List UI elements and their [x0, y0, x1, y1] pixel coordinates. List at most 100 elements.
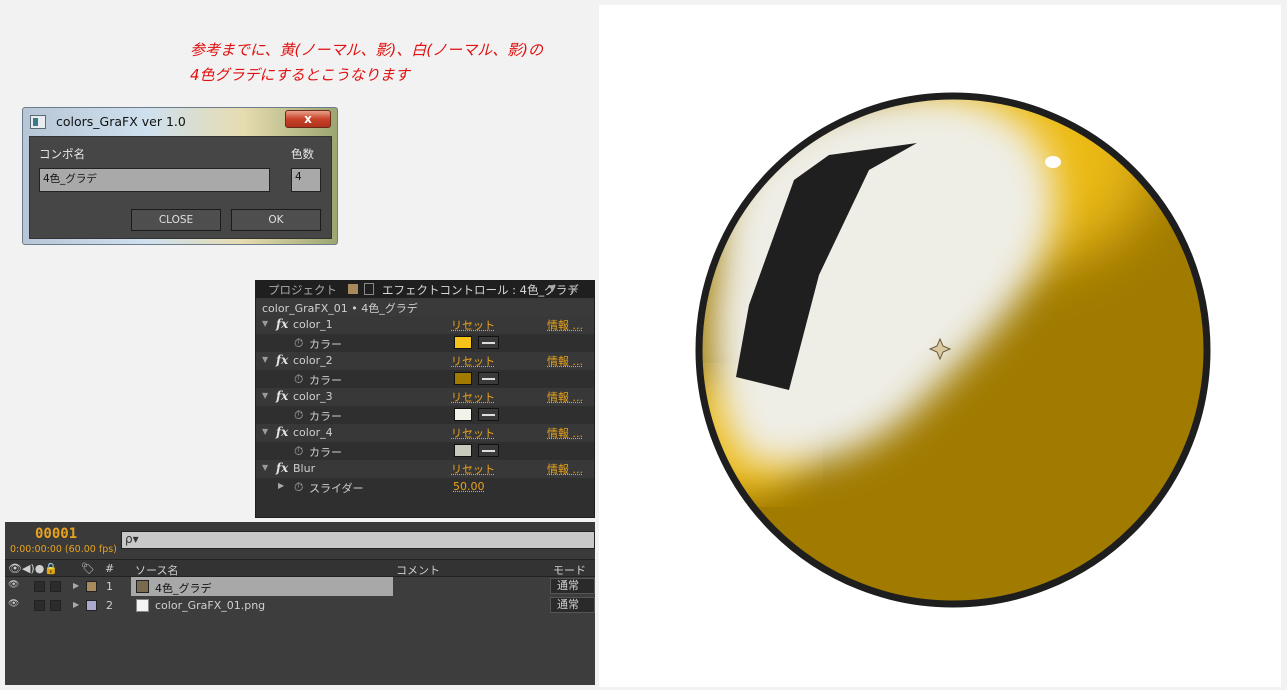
- effect-name: color_1: [293, 318, 333, 331]
- gradient-ball-render: [695, 92, 1211, 608]
- info-link[interactable]: 情報 ...: [547, 461, 583, 477]
- timeline-header: 00001 0:00:00:00 (60.00 fps) ρ▾: [5, 522, 595, 559]
- effect-row[interactable]: ▼ fx color_2 リセット 情報 ...: [256, 352, 594, 370]
- close-button[interactable]: CLOSE: [131, 209, 221, 231]
- comp-name-field[interactable]: 4色_グラデ: [39, 168, 270, 192]
- slider-value[interactable]: 50.00: [453, 480, 485, 493]
- color-swatch[interactable]: [454, 372, 472, 385]
- fx-icon[interactable]: fx: [276, 353, 288, 367]
- blend-mode-select[interactable]: 通常: [550, 578, 595, 594]
- expand-triangle-icon[interactable]: ▼: [262, 427, 268, 436]
- layer-name[interactable]: color_GraFX_01.png: [155, 599, 265, 612]
- stopwatch-icon[interactable]: ⏱: [294, 372, 303, 387]
- annotation-note: 参考までに、黄(ノーマル、影)、白(ノーマル、影)の 4色グラデにするとこうなり…: [190, 38, 543, 88]
- layer-name[interactable]: 4色_グラデ: [155, 580, 212, 596]
- color-property-label: カラー: [309, 374, 342, 387]
- column-source-name[interactable]: ソース名: [135, 562, 178, 578]
- solo-toggle[interactable]: [34, 600, 45, 611]
- effect-controls-panel: プロジェクト エフェクトコントロール : 4色_グラデ ▼ × color_Gr…: [255, 280, 595, 518]
- effect-row[interactable]: ▼ fx color_4 リセット 情報 ...: [256, 424, 594, 442]
- eye-icon[interactable]: 👁: [8, 599, 19, 609]
- colors-grafx-dialog: colors_GraFX ver 1.0 x コンポ名 色数 4色_グラデ 4 …: [22, 107, 338, 245]
- info-link[interactable]: 情報 ...: [547, 317, 583, 333]
- eyedropper-icon[interactable]: [478, 444, 499, 457]
- expand-triangle-icon[interactable]: ▼: [262, 463, 268, 472]
- column-number: #: [105, 562, 115, 575]
- layer-row[interactable]: 👁 ▶ 1 4色_グラデ 通常: [5, 577, 595, 596]
- effect-name: color_4: [293, 426, 333, 439]
- lock-toggle[interactable]: [50, 581, 61, 592]
- composition-viewer[interactable]: [599, 5, 1281, 687]
- reset-link[interactable]: リセット: [451, 461, 495, 477]
- reset-link[interactable]: リセット: [451, 317, 495, 333]
- lock-toggle[interactable]: [50, 600, 61, 611]
- layer-number: 1: [106, 580, 113, 593]
- stopwatch-icon[interactable]: ⏱: [294, 480, 303, 495]
- layer-search-input[interactable]: ρ▾: [121, 531, 595, 549]
- color-swatch[interactable]: [454, 408, 472, 421]
- stopwatch-icon[interactable]: ⏱: [294, 336, 303, 351]
- reset-link[interactable]: リセット: [451, 425, 495, 441]
- color-swatch[interactable]: [454, 336, 472, 349]
- lock-icon[interactable]: [364, 283, 374, 295]
- stopwatch-icon[interactable]: ⏱: [294, 408, 303, 423]
- color-count-field[interactable]: 4: [291, 168, 321, 192]
- effect-row[interactable]: ▼ fx color_3 リセット 情報 ...: [256, 388, 594, 406]
- timecode[interactable]: 00001: [35, 526, 77, 542]
- expand-triangle-icon[interactable]: ▶: [73, 581, 79, 590]
- fx-icon[interactable]: fx: [276, 461, 288, 475]
- color-property-label: カラー: [309, 446, 342, 459]
- effect-name: color_3: [293, 390, 333, 403]
- window-close-button[interactable]: x: [285, 110, 331, 128]
- tab-project[interactable]: プロジェクト: [268, 282, 337, 298]
- composition-icon: [136, 580, 149, 593]
- effect-name: color_2: [293, 354, 333, 367]
- specular-dot: [1045, 156, 1061, 168]
- expand-triangle-icon[interactable]: ▼: [262, 391, 268, 400]
- expand-triangle-icon[interactable]: ▶: [278, 481, 284, 490]
- label-column-icon: 🏷: [81, 562, 95, 575]
- expand-triangle-icon[interactable]: ▼: [262, 319, 268, 328]
- expand-triangle-icon[interactable]: ▼: [262, 355, 268, 364]
- breadcrumb: color_GraFX_01 • 4色_グラデ: [256, 298, 594, 316]
- ok-button[interactable]: OK: [231, 209, 321, 231]
- tab-dropdown-icon[interactable]: ▼: [549, 284, 556, 294]
- eyedropper-icon[interactable]: [478, 336, 499, 349]
- blend-mode-select[interactable]: 通常: [550, 597, 595, 613]
- fx-icon[interactable]: fx: [276, 425, 288, 439]
- color-swatch[interactable]: [454, 444, 472, 457]
- column-mode[interactable]: モード: [553, 562, 586, 578]
- stopwatch-icon[interactable]: ⏱: [294, 444, 303, 459]
- reset-link[interactable]: リセット: [451, 353, 495, 369]
- color-property-row: ⏱ カラー: [256, 442, 594, 460]
- dialog-titlebar[interactable]: colors_GraFX ver 1.0 x: [23, 108, 337, 135]
- fx-icon[interactable]: fx: [276, 389, 288, 403]
- search-icon[interactable]: ρ▾: [125, 532, 139, 546]
- reset-link[interactable]: リセット: [451, 389, 495, 405]
- color-count-label: 色数: [291, 147, 314, 161]
- dialog-body: コンポ名 色数 4色_グラデ 4 CLOSE OK: [29, 136, 332, 239]
- effect-row[interactable]: ▼ fx Blur リセット 情報 ...: [256, 460, 594, 478]
- color-property-row: ⏱ カラー: [256, 334, 594, 352]
- fx-icon[interactable]: fx: [276, 317, 288, 331]
- eyedropper-icon[interactable]: [478, 372, 499, 385]
- info-link[interactable]: 情報 ...: [547, 425, 583, 441]
- solo-toggle[interactable]: [34, 581, 45, 592]
- label-color-swatch[interactable]: [86, 600, 97, 611]
- eye-icon[interactable]: 👁: [8, 580, 19, 590]
- expand-triangle-icon[interactable]: ▶: [73, 600, 79, 609]
- info-link[interactable]: 情報 ...: [547, 389, 583, 405]
- note-line-1: 参考までに、黄(ノーマル、影)、白(ノーマル、影)の: [190, 41, 543, 59]
- layer-row[interactable]: 👁 ▶ 2 color_GraFX_01.png 通常: [5, 596, 595, 615]
- color-property-row: ⏱ カラー: [256, 370, 594, 388]
- app-icon: [30, 115, 46, 129]
- info-link[interactable]: 情報 ...: [547, 353, 583, 369]
- file-icon: [136, 599, 149, 612]
- label-color-swatch[interactable]: [86, 581, 97, 592]
- eyedropper-icon[interactable]: [478, 408, 499, 421]
- column-comment[interactable]: コメント: [396, 562, 440, 578]
- note-line-2: 4色グラデにするとこうなります: [190, 66, 410, 84]
- tab-close-icon[interactable]: ×: [569, 282, 579, 296]
- effect-row[interactable]: ▼ fx color_1 リセット 情報 ...: [256, 316, 594, 334]
- fps-readout: 0:00:00:00 (60.00 fps): [10, 544, 117, 555]
